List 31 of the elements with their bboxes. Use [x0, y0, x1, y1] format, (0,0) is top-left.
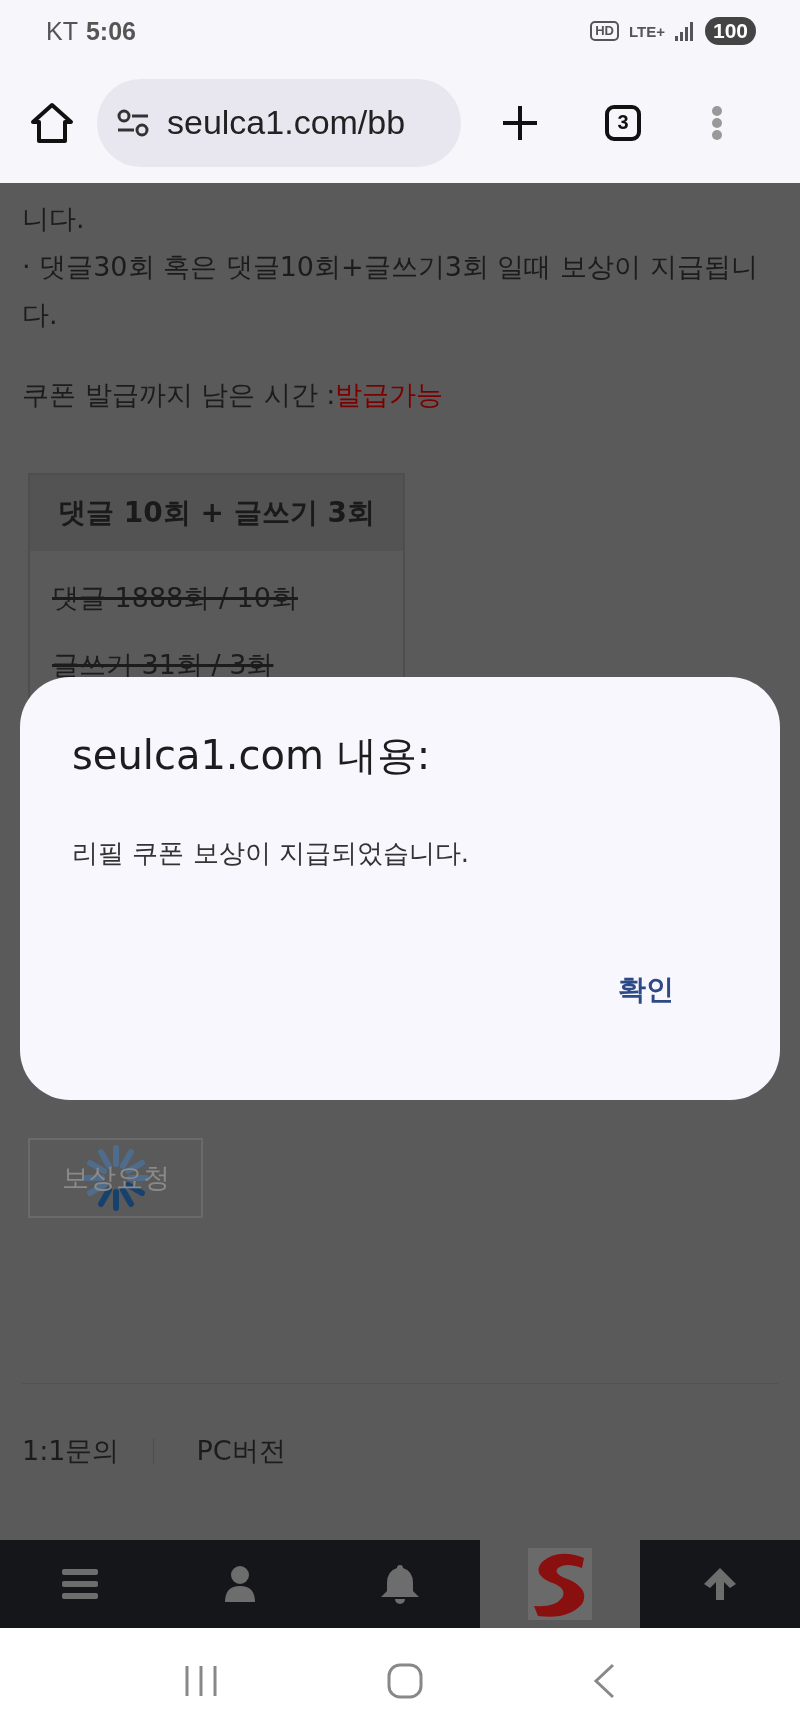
address-bar[interactable]: seulca1.com/bb — [97, 78, 461, 167]
back-icon[interactable] — [591, 1663, 616, 1699]
home-button-icon[interactable] — [387, 1663, 423, 1699]
signal-icon — [674, 21, 695, 41]
mission-progress: 글쓰기 31회 / 3회 — [52, 648, 275, 682]
plus-icon[interactable] — [501, 103, 539, 142]
coupon-status: 발급가능 — [335, 378, 444, 412]
info-text: 니다. — [22, 202, 86, 236]
site-settings-icon[interactable] — [117, 108, 149, 137]
battery-level: 100 — [704, 17, 756, 45]
home-icon[interactable] — [30, 101, 74, 144]
dialog-title: seulca1.com 내용: — [72, 731, 432, 780]
menu-icon[interactable] — [62, 1569, 98, 1599]
more-menu-icon[interactable] — [711, 104, 723, 141]
hd-voice-icon: HD — [590, 21, 619, 41]
carrier: KT — [46, 16, 78, 46]
coupon-label: 쿠폰 발급까지 남은 시간 : — [22, 378, 336, 412]
url-text: seulca1.com/bb — [167, 103, 406, 142]
table-header: 댓글 10회 + 글쓰기 3회 — [30, 475, 403, 551]
recent-apps-icon[interactable] — [184, 1664, 219, 1698]
tab-switcher-button[interactable]: 3 — [605, 104, 641, 141]
bell-icon[interactable] — [380, 1563, 420, 1605]
mission-progress: 댓글 1888회 / 10회 — [52, 581, 299, 615]
dialog-message: 리필 쿠폰 보상이 지급되었습니다. — [72, 837, 471, 870]
network-type: LTE+ — [628, 22, 665, 40]
clock: 5:06 — [85, 16, 136, 46]
arrow-up-icon[interactable] — [702, 1566, 738, 1602]
info-text: · 댓글30회 혹은 댓글10회+글쓰기3회 일때 보상이 지급됩니 — [22, 250, 759, 284]
confirm-button[interactable]: 확인 — [610, 965, 682, 1015]
info-text: 다. — [22, 298, 59, 332]
user-icon[interactable] — [225, 1566, 255, 1602]
